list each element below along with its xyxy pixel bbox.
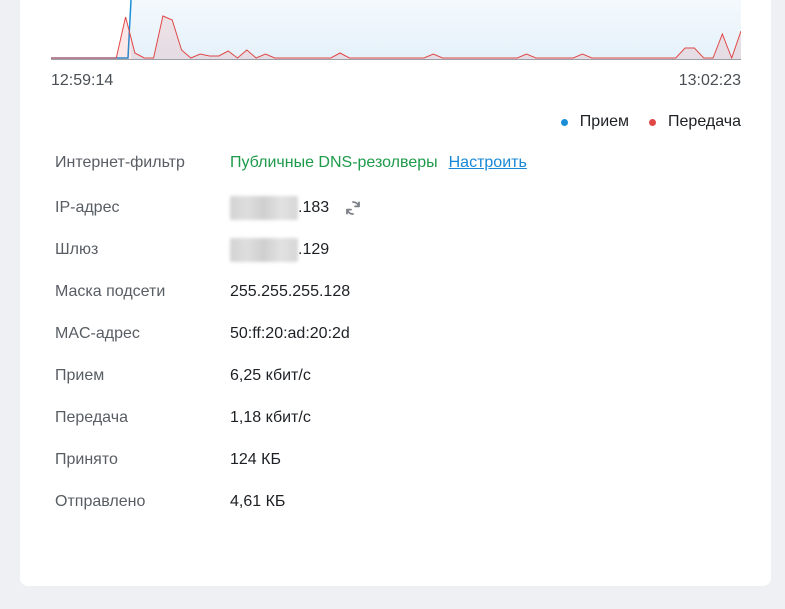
row-rx-rate: Прием 6,25 кбит/с	[55, 355, 745, 397]
row-label: Интернет-фильтр	[55, 154, 185, 171]
row-gateway: Шлюз .129	[55, 229, 745, 271]
row-label: Передача	[55, 409, 128, 426]
info-rows: Интернет-фильтр Публичные DNS-резолверы …	[55, 145, 745, 523]
row-value: 255.255.255.128	[230, 283, 351, 300]
filter-value: Публичные DNS-резолверы	[230, 154, 438, 171]
row-value: 50:ff:20:ad:20:2d	[230, 325, 350, 342]
traffic-chart	[51, 0, 741, 60]
row-value: 6,25 кбит/с	[230, 367, 311, 384]
row-internet-filter: Интернет-фильтр Публичные DNS-резолверы …	[55, 145, 745, 181]
row-label: IP-адрес	[55, 199, 120, 216]
row-value: 4,61 КБ	[230, 493, 286, 510]
row-value: 1,18 кбит/с	[230, 409, 311, 426]
row-value: 124 КБ	[230, 451, 281, 468]
row-subnet-mask: Маска подсети 255.255.255.128	[55, 271, 745, 313]
legend-label-tx: Передача	[668, 113, 741, 130]
chart-time-end: 13:02:23	[678, 72, 741, 89]
chart-legend: Прием Передача	[541, 113, 741, 131]
gateway-value-suffix: .129	[298, 241, 330, 258]
ip-value-suffix: .183	[298, 199, 330, 216]
row-label: MAC-адрес	[55, 325, 140, 342]
row-label: Прием	[55, 367, 105, 384]
row-label: Шлюз	[55, 241, 99, 258]
legend-dot-rx-icon	[560, 118, 568, 126]
legend-dot-tx-icon	[649, 118, 657, 126]
row-value: .183	[230, 196, 362, 220]
row-sent: Отправлено 4,61 КБ	[55, 481, 745, 523]
row-value: Публичные DNS-резолверы Настроить	[230, 154, 527, 172]
chart-rx-fill	[131, 0, 741, 60]
redacted-mask	[230, 238, 298, 262]
interface-info-card: 12:59:14 13:02:23 Прием Передача Интерне…	[20, 0, 771, 586]
traffic-chart-svg	[51, 0, 741, 60]
refresh-icon[interactable]	[344, 199, 362, 217]
row-label: Принято	[55, 451, 118, 468]
configure-filter-link[interactable]: Настроить	[449, 154, 527, 172]
chart-time-start: 12:59:14	[51, 72, 114, 89]
legend-item-rx[interactable]: Прием	[560, 113, 630, 131]
row-value: .129	[230, 238, 329, 262]
row-label: Маска подсети	[55, 283, 166, 300]
row-label: Отправлено	[55, 493, 146, 510]
legend-item-tx[interactable]: Передача	[649, 113, 741, 131]
row-received: Принято 124 КБ	[55, 439, 745, 481]
redacted-mask	[230, 196, 298, 220]
row-ip-address: IP-адрес .183	[55, 187, 745, 229]
row-mac-address: MAC-адрес 50:ff:20:ad:20:2d	[55, 313, 745, 355]
legend-label-rx: Прием	[579, 113, 630, 130]
row-tx-rate: Передача 1,18 кбит/с	[55, 397, 745, 439]
